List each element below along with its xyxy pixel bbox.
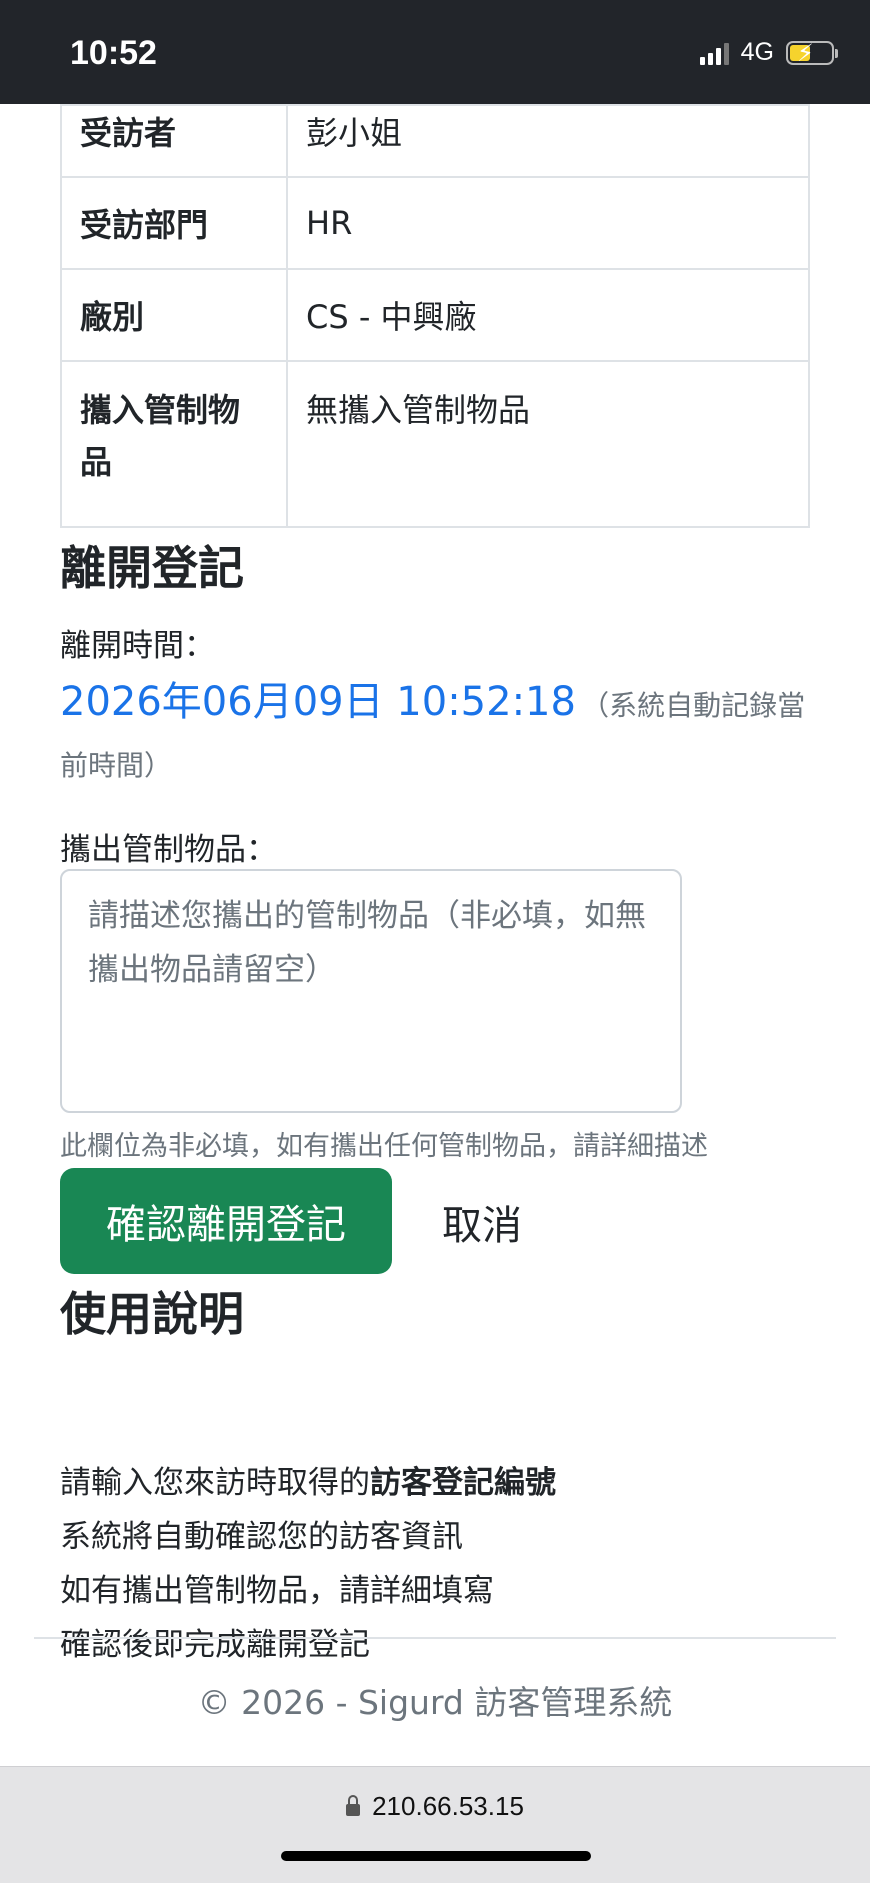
table-row: 攜入管制物品 無攜入管制物品 <box>60 360 810 528</box>
list-item: 系統將自動確認您的訪客資訊 <box>60 1519 463 1555</box>
signal-icon <box>699 41 729 65</box>
browser-address-bar[interactable]: 210.66.53.15 <box>0 1766 870 1883</box>
row-key: 攜入管制物品 <box>60 360 288 528</box>
status-bar: 10:52 4G ⚡ <box>0 0 870 104</box>
row-key: 廠別 <box>60 268 288 362</box>
row-value: 無攜入管制物品 <box>286 360 810 528</box>
items-out-help-text: 此欄位為非必填，如有攜出任何管制物品，請詳細描述 <box>60 1131 708 1162</box>
table-row: 受訪部門 HR <box>60 176 810 270</box>
lock-icon <box>346 1795 361 1816</box>
row-key: 受訪部門 <box>60 176 288 270</box>
row-value: HR <box>286 176 810 270</box>
status-time: 10:52 <box>70 34 157 72</box>
items-out-label: 攜出管制物品： <box>60 832 277 868</box>
url-display[interactable]: 210.66.53.15 <box>0 1791 870 1822</box>
list-item: 確認後即完成離開登記 <box>60 1627 370 1663</box>
table-row: 受訪者 彭小姐 <box>60 104 810 178</box>
items-out-textarea[interactable]: 請描述您攜出的管制物品（非必填，如無攜出物品請留空） <box>60 869 682 1113</box>
table-row: 廠別 CS - 中興廠 <box>60 268 810 362</box>
instruction-text: 請輸入您來訪時取得的 <box>60 1465 370 1501</box>
main-content: 受訪者 彭小姐 受訪部門 HR 廠別 CS - 中興廠 攜入管制物品 無攜入管制… <box>60 104 810 1663</box>
items-out-placeholder: 請描述您攜出的管制物品（非必填，如無攜出物品請留空） <box>88 898 646 988</box>
cancel-link[interactable]: 取消 <box>442 1172 522 1272</box>
leave-time-value: 2026年06月09日 10:52:18 <box>60 679 576 725</box>
footer-copyright: © 2026 - Sigurd 訪客管理系統 <box>197 1683 673 1722</box>
battery-icon: ⚡ <box>786 39 838 67</box>
visit-info-table: 受訪者 彭小姐 受訪部門 HR 廠別 CS - 中興廠 攜入管制物品 無攜入管制… <box>60 104 810 528</box>
instructions-title: 使用說明 <box>60 1287 244 1341</box>
list-item: 請輸入您來訪時取得的訪客登記編號 <box>60 1456 556 1510</box>
url-text: 210.66.53.15 <box>372 1791 524 1821</box>
instructions-list: 請輸入您來訪時取得的訪客登記編號 系統將自動確認您的訪客資訊 如有攜出管制物品，… <box>60 1456 556 1672</box>
row-value: 彭小姐 <box>286 104 810 178</box>
list-item: 如有攜出管制物品，請詳細填寫 <box>60 1573 494 1609</box>
instruction-bold-text: 訪客登記編號 <box>370 1465 556 1501</box>
checkout-title: 離開登記 <box>60 541 244 595</box>
leave-time-label: 離開時間： <box>60 628 215 664</box>
confirm-checkout-button[interactable]: 確認離開登記 <box>60 1168 392 1274</box>
row-value: CS - 中興廠 <box>286 268 810 362</box>
row-key: 受訪者 <box>60 104 288 178</box>
network-type: 4G <box>740 38 774 66</box>
footer-divider <box>34 1637 836 1639</box>
leave-time: 2026年06月09日 10:52:18 （系統自動記錄當前時間） <box>60 674 810 798</box>
home-indicator[interactable] <box>281 1851 591 1861</box>
status-indicators: 4G ⚡ <box>699 38 838 67</box>
